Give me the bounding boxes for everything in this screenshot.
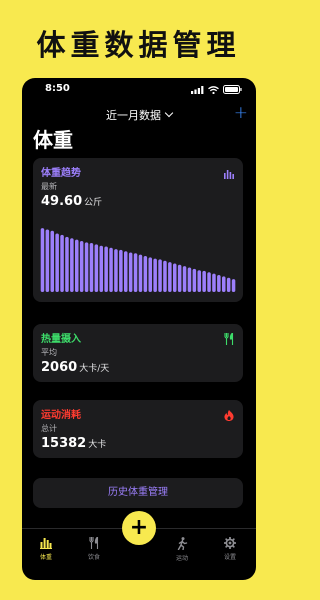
exercise-burn-card[interactable]: 运动消耗 总计 15382 大卡	[33, 400, 243, 458]
card-title: 热量摄入	[41, 334, 81, 345]
weight-trend-chart	[40, 228, 236, 292]
status-time: 8:50	[45, 83, 70, 94]
trend-bar	[55, 233, 59, 292]
trend-bar	[89, 243, 94, 292]
battery-icon	[223, 85, 242, 94]
tab-label: 体重	[39, 554, 52, 561]
intake-unit: 大卡/天	[79, 364, 110, 374]
weight-trend-card[interactable]: 体重趋势 最新 49.60 公斤	[33, 158, 243, 302]
trend-bar	[50, 230, 55, 292]
latest-weight-value: 49.60 公斤	[41, 194, 102, 209]
chart-icon	[40, 538, 52, 549]
trend-bar	[128, 252, 133, 292]
bar-chart-icon	[224, 164, 234, 183]
card-subtitle: 最新	[41, 182, 57, 191]
trend-bar	[119, 249, 123, 292]
trend-bar	[114, 249, 118, 292]
trend-bar	[226, 277, 231, 292]
trend-bar	[74, 239, 79, 292]
trend-bar	[231, 279, 236, 292]
trend-bar	[138, 254, 143, 292]
range-selector-label: 近一月数据	[106, 109, 161, 122]
trend-bar	[168, 262, 172, 292]
weight-value: 49.60	[41, 194, 83, 209]
intake-value: 2060	[41, 360, 78, 375]
signal-icon	[191, 85, 204, 94]
tab-diet[interactable]: 饮食	[74, 535, 114, 561]
burn-value-line: 15382 大卡	[41, 436, 106, 451]
trend-bar	[104, 246, 108, 292]
tab-exercise[interactable]: 运动	[162, 537, 202, 562]
runner-icon	[177, 537, 188, 551]
tab-label: 运动	[175, 555, 188, 562]
trend-bar	[133, 253, 138, 292]
burn-unit: 大卡	[88, 440, 107, 450]
trend-bar	[202, 270, 206, 292]
weight-unit: 公斤	[84, 198, 103, 208]
status-bar: 8:50	[22, 78, 256, 102]
trend-bar	[192, 268, 197, 292]
trend-bar	[123, 251, 128, 292]
trend-bar	[187, 267, 192, 292]
page-title: 体重	[33, 128, 73, 152]
trend-bar	[197, 270, 202, 292]
nav-bar: 近一月数据 +	[22, 103, 256, 125]
trend-bar	[60, 234, 64, 292]
trend-bar	[221, 276, 226, 292]
add-record-button[interactable]: +	[122, 511, 156, 545]
fork-knife-icon	[224, 330, 234, 349]
trend-bar	[177, 264, 182, 292]
card-title: 运动消耗	[41, 410, 81, 421]
trend-bar	[207, 272, 211, 292]
trend-bar	[99, 245, 104, 292]
tab-weight[interactable]: 体重	[26, 537, 66, 561]
trend-bar	[40, 228, 45, 292]
intake-value-line: 2060 大卡/天	[41, 360, 109, 375]
trend-bar	[94, 244, 99, 292]
add-button[interactable]: +	[234, 103, 248, 123]
card-title: 体重趋势	[41, 168, 81, 179]
trend-bar	[172, 263, 177, 292]
burn-value: 15382	[41, 436, 87, 451]
card-subtitle: 总计	[41, 424, 57, 433]
tab-label: 饮食	[87, 554, 100, 561]
trend-bar	[148, 257, 153, 292]
trend-bar	[45, 229, 50, 292]
flame-icon	[224, 406, 234, 425]
range-selector[interactable]: 近一月数据	[22, 107, 256, 123]
phone-screen: 8:50 近一月数据 + 体重 体重趋势 最新 49.60 公斤 热量摄入 平均…	[22, 78, 256, 580]
trend-bar	[217, 275, 221, 292]
trend-bar	[153, 258, 157, 292]
trend-bar	[65, 236, 69, 292]
trend-bar	[70, 238, 74, 292]
calorie-intake-card[interactable]: 热量摄入 平均 2060 大卡/天	[33, 324, 243, 382]
wifi-icon	[208, 85, 219, 94]
trend-bar	[84, 242, 89, 292]
trend-bar	[212, 273, 216, 292]
tab-label: 设置	[223, 554, 236, 561]
trend-bar	[79, 241, 84, 292]
trend-bar	[143, 255, 148, 292]
trend-bar	[182, 266, 187, 292]
tab-settings[interactable]: 设置	[210, 536, 250, 561]
fork-knife-icon	[89, 535, 99, 549]
banner-title: 体重数据管理	[36, 28, 241, 62]
trend-bar	[109, 247, 113, 292]
card-subtitle: 平均	[41, 348, 57, 357]
trend-bar	[158, 259, 162, 292]
history-weight-button[interactable]: 历史体重管理	[33, 478, 243, 508]
chevron-down-icon	[164, 108, 174, 118]
tab-bar: 体重 饮食 + 运动 设置	[22, 511, 256, 580]
trend-bar	[163, 260, 167, 292]
status-icons	[191, 85, 242, 94]
gear-icon	[223, 536, 237, 550]
